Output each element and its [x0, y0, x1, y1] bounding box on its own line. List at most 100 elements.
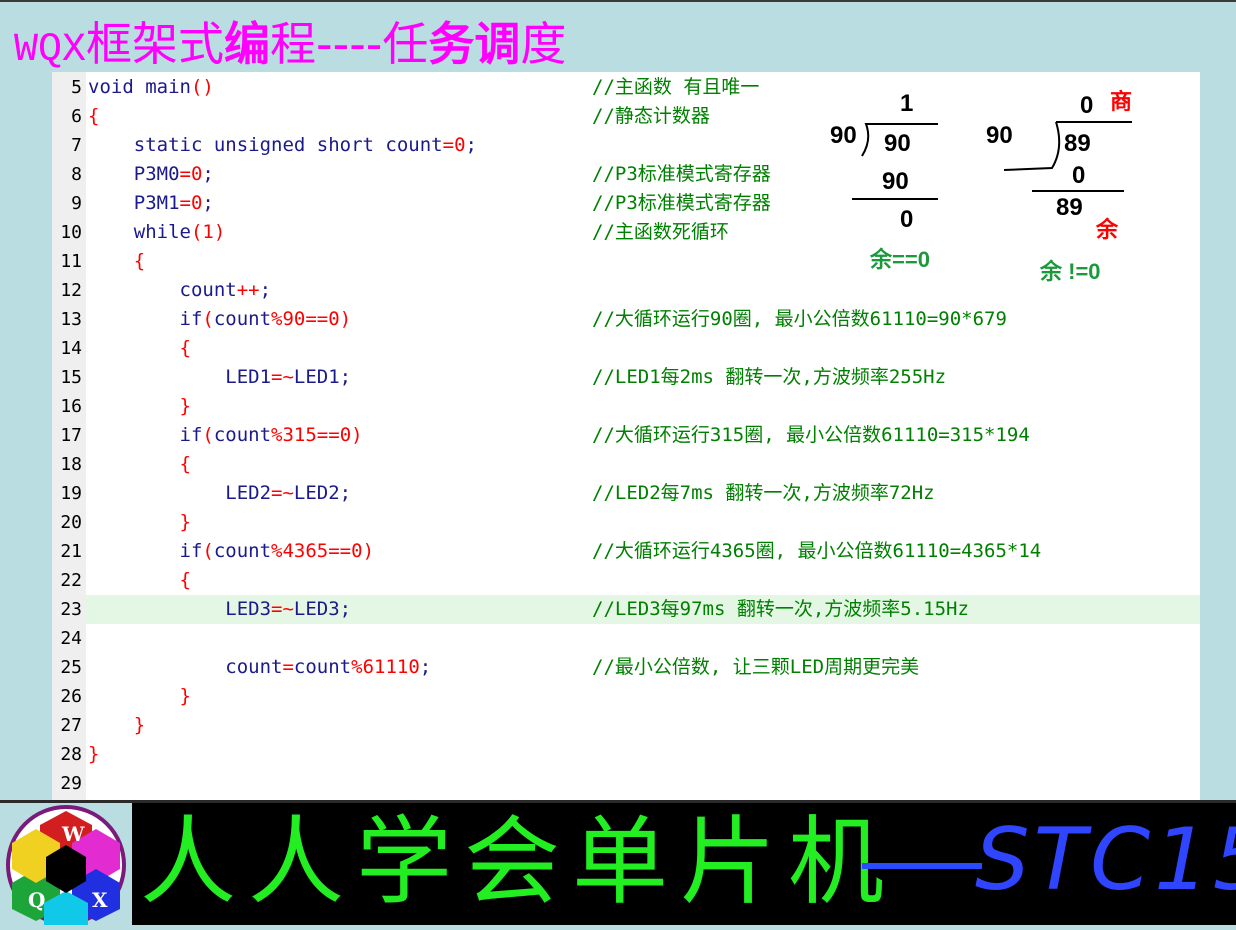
title-part-2: 框架式 — [86, 17, 225, 71]
code-text: { — [88, 334, 191, 363]
code-token: ( — [190, 221, 203, 243]
code-token: ; — [465, 134, 477, 156]
code-text: if(count%4365==0) — [88, 537, 375, 566]
code-token: while — [88, 221, 191, 243]
div2-product: 0 — [1072, 162, 1086, 189]
code-line[interactable]: 16 } — [52, 392, 1200, 421]
div2-rule — [1032, 190, 1124, 192]
line-number: 21 — [60, 541, 82, 562]
code-token: 1 — [202, 221, 214, 243]
code-line[interactable]: 21 if(count%4365==0) //大循环运行4365圈, 最小公倍数6… — [52, 537, 1200, 566]
code-text: } — [88, 392, 191, 421]
code-line[interactable]: 26 } — [52, 682, 1200, 711]
code-token: count — [213, 540, 272, 562]
code-text: } — [88, 682, 191, 711]
code-token: ++ — [236, 279, 260, 301]
code-line[interactable]: 17 if(count%315==0) //大循环运行315圈, 最小公倍数611… — [52, 421, 1200, 450]
code-line[interactable]: 22 { — [52, 566, 1200, 595]
code-line[interactable]: 27 } — [52, 711, 1200, 740]
code-token: ) — [213, 221, 226, 243]
code-token: count — [213, 308, 272, 330]
line-number: 10 — [60, 222, 82, 243]
code-token: P3M1 — [88, 192, 180, 214]
code-token: () — [190, 76, 214, 98]
code-line[interactable]: 10 while(1) //主函数死循环 — [52, 218, 1200, 247]
div2-remainder-label: 余 — [1096, 217, 1119, 242]
code-token: = — [282, 656, 294, 678]
code-text: LED3=~LED3; — [88, 595, 351, 624]
code-line[interactable]: 5 void main() //主函数 有且唯一 — [52, 73, 1200, 102]
code-line[interactable]: 12 count++; — [52, 276, 1200, 305]
code-line[interactable]: 24 — [52, 624, 1200, 653]
code-text: count=count%61110; — [88, 653, 431, 682]
line-number: 20 — [60, 512, 82, 533]
div1-result: 余==0 — [870, 247, 930, 272]
code-line[interactable]: 18 { — [52, 450, 1200, 479]
code-text: } — [88, 508, 191, 537]
code-token: = — [179, 163, 191, 185]
code-comment: //LED2每7ms 翻转一次,方波频率72Hz — [592, 482, 935, 504]
line-number: 19 — [60, 483, 82, 504]
title-part-1: WQX — [14, 28, 87, 73]
line-number: 28 — [60, 744, 82, 765]
logo-icon: W Q X — [6, 805, 126, 925]
line-number: 16 — [60, 396, 82, 417]
div1-product: 90 — [882, 168, 909, 195]
code-line[interactable]: 19 LED2=~LED2; //LED2每7ms 翻转一次,方波频率72Hz — [52, 479, 1200, 508]
code-text: { — [88, 247, 145, 276]
title-bar: WQX框架式编程----任务调度 — [0, 0, 1236, 73]
banner-right-text: STC15 — [975, 810, 1236, 910]
line-number: 17 — [60, 425, 82, 446]
code-text: LED2=~LED2; — [88, 479, 351, 508]
div1-remainder: 0 — [900, 206, 914, 233]
code-text: { — [88, 450, 191, 479]
code-line[interactable]: 11 { — [52, 247, 1200, 276]
code-token: { — [88, 453, 191, 475]
code-text: } — [88, 711, 145, 740]
code-text: { — [88, 566, 191, 595]
code-comment: //主函数 有且唯一 — [592, 76, 760, 98]
code-token: P3M0 — [88, 163, 180, 185]
code-line[interactable]: 14 { — [52, 334, 1200, 363]
logo-letter-x: X — [92, 888, 108, 912]
code-comment: //P3标准模式寄存器 — [592, 163, 771, 185]
code-token: 0 — [351, 540, 363, 562]
code-line[interactable]: 15 LED1=~LED1; //LED1每2ms 翻转一次,方波频率255Hz — [52, 363, 1200, 392]
code-line[interactable]: 28} — [52, 740, 1200, 769]
line-number: 13 — [60, 309, 82, 330]
code-token: 0 — [328, 308, 340, 330]
code-token: ) — [362, 540, 375, 562]
code-text: LED1=~LED1; — [88, 363, 351, 392]
code-token: ( — [202, 540, 214, 562]
code-token: { — [88, 569, 191, 591]
code-editor[interactable]: 5 void main()//主函数 有且唯一 6{//静态计数器 7 static … — [52, 72, 1200, 800]
code-text: static unsigned short count=0; — [88, 131, 477, 160]
code-line[interactable]: 23 LED3=~LED3; //LED3每97ms 翻转一次,方波频率5.15H… — [52, 595, 1200, 624]
line-number: 6 — [71, 106, 82, 127]
code-line[interactable]: 25 count=count%61110;//最小公倍数, 让三颗LED周期更完… — [52, 653, 1200, 682]
code-token: ( — [202, 424, 214, 446]
code-token: LED3; — [293, 598, 352, 620]
div1-rule — [852, 198, 938, 200]
code-token: 0 — [190, 192, 203, 214]
code-line[interactable]: 13 if(count%90==0) //大循环运行90圈, 最小公倍数61110… — [52, 305, 1200, 334]
code-token: } — [88, 395, 191, 417]
code-text: if(count%90==0) — [88, 305, 352, 334]
banner-text: 人人学会单片机 — [140, 806, 896, 918]
code-token: =~ — [271, 366, 294, 388]
code-line[interactable]: 20 } — [52, 508, 1200, 537]
code-line[interactable]: 9 P3M1=0; //P3标准模式寄存器 — [52, 189, 1200, 218]
code-comment: //大循环运行90圈, 最小公倍数61110=90*679 — [592, 308, 1007, 330]
code-token: ; — [259, 279, 272, 301]
code-token: LED1; — [293, 366, 352, 388]
line-number: 14 — [60, 338, 82, 359]
code-token: 0 — [454, 134, 466, 156]
code-line[interactable]: 29 — [52, 769, 1200, 798]
line-number: 22 — [60, 570, 82, 591]
code-comment: //LED1每2ms 翻转一次,方波频率255Hz — [592, 366, 947, 388]
div1-dividend: 90 — [884, 130, 911, 157]
code-token: } — [88, 511, 191, 533]
code-text: if(count%315==0) — [88, 421, 363, 450]
code-token: 0 — [339, 424, 352, 446]
code-text: } — [88, 740, 99, 769]
